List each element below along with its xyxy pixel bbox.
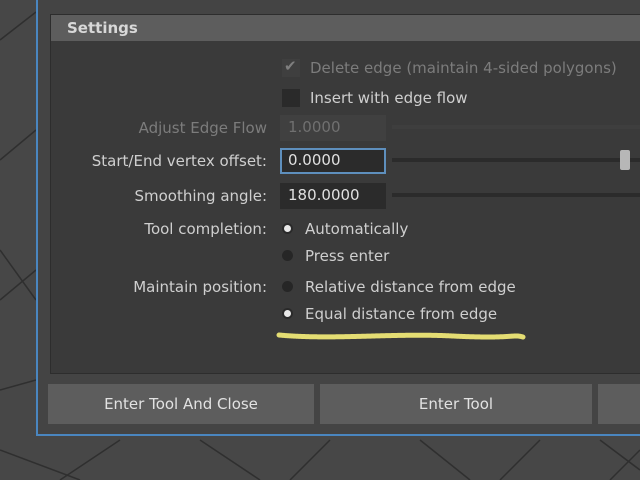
delete-edge-label: Delete edge (maintain 4-sided polygons) [310, 59, 617, 77]
smoothing-angle-label: Smoothing angle: [134, 187, 267, 205]
radio-relative-distance-label: Relative distance from edge [305, 278, 516, 296]
settings-section-header[interactable]: Settings [51, 15, 640, 41]
enter-tool-and-close-button[interactable]: Enter Tool And Close [48, 384, 314, 424]
vertex-offset-field[interactable]: 0.0000 [280, 148, 386, 174]
smoothing-angle-field[interactable]: 180.0000 [280, 183, 386, 209]
adjust-edge-flow-label: Adjust Edge Flow [138, 119, 267, 137]
radio-automatically-label: Automatically [305, 220, 409, 238]
settings-header-label: Settings [67, 19, 138, 37]
radio-press-enter-label: Press enter [305, 247, 390, 265]
smoothing-angle-slider[interactable] [392, 193, 640, 197]
maintain-position-label: Maintain position: [133, 278, 267, 296]
vertex-offset-label: Start/End vertex offset: [91, 152, 267, 170]
vertex-offset-slider[interactable] [392, 158, 640, 162]
radio-relative-distance[interactable] [282, 281, 293, 292]
settings-section: Settings ✔ Delete edge (maintain 4-sided… [50, 14, 640, 374]
close-button-partial[interactable] [598, 384, 640, 424]
enter-tool-button[interactable]: Enter Tool [320, 384, 592, 424]
insert-edge-flow-label: Insert with edge flow [310, 89, 468, 107]
radio-automatically[interactable] [282, 223, 293, 234]
checkmark-icon: ✔ [284, 57, 297, 75]
insert-edge-flow-checkbox[interactable] [282, 89, 300, 107]
vertex-offset-slider-handle[interactable] [620, 150, 630, 170]
delete-edge-checkbox[interactable]: ✔ [282, 57, 300, 77]
tool-completion-label: Tool completion: [144, 220, 267, 238]
highlight-underline [276, 332, 526, 340]
multi-cut-tool-options-dialog: Settings ✔ Delete edge (maintain 4-sided… [36, 0, 640, 436]
radio-equal-distance[interactable] [282, 308, 293, 319]
radio-press-enter[interactable] [282, 250, 293, 261]
radio-equal-distance-label: Equal distance from edge [305, 305, 498, 323]
adjust-edge-flow-slider[interactable] [392, 125, 640, 129]
adjust-edge-flow-field[interactable]: 1.0000 [280, 115, 386, 141]
